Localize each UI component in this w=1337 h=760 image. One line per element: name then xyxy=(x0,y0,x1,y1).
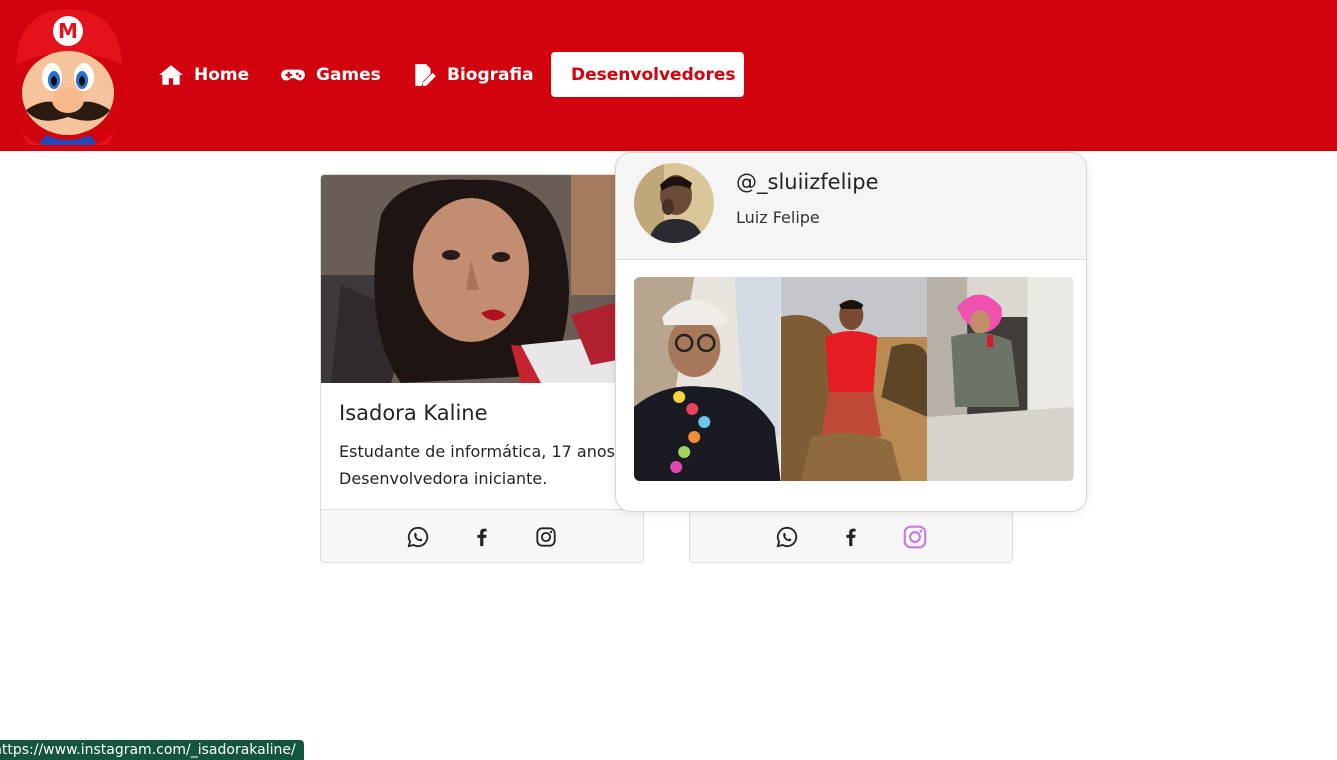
popover-header: @_sluiizfelipe Luiz Felipe xyxy=(616,153,1086,260)
instagram-icon xyxy=(536,526,556,547)
edit-document-icon xyxy=(415,63,436,86)
home-icon xyxy=(159,64,183,85)
whatsapp-link[interactable] xyxy=(405,524,431,550)
nav-biografia-label: Biografia xyxy=(447,64,534,85)
nav-desenvolvedores-label: Desenvolvedores xyxy=(571,64,736,85)
instagram-icon xyxy=(903,525,927,548)
facebook-link[interactable] xyxy=(469,524,495,550)
developer-photo xyxy=(321,175,643,383)
whatsapp-link[interactable] xyxy=(774,524,800,550)
mario-logo[interactable]: M xyxy=(8,5,128,145)
whatsapp-icon xyxy=(776,526,798,547)
profile-photo[interactable] xyxy=(634,277,781,481)
svg-text:M: M xyxy=(58,19,78,43)
nav-biografia[interactable]: Biografia xyxy=(401,52,544,97)
instagram-link[interactable] xyxy=(533,524,559,550)
nav-home[interactable]: Home xyxy=(148,52,259,97)
profile-photo[interactable] xyxy=(780,277,928,481)
card-social-bar xyxy=(321,509,643,562)
browser-status-url: https://www.instagram.com/_isadorakaline… xyxy=(0,740,304,760)
gamepad-icon xyxy=(281,69,305,80)
facebook-icon xyxy=(477,528,487,546)
profile-handle[interactable]: @_sluiizfelipe xyxy=(736,170,879,194)
nav-desenvolvedores[interactable]: Desenvolvedores xyxy=(551,52,744,97)
facebook-icon xyxy=(846,528,856,546)
developer-description: Estudante de informática, 17 anos. Desen… xyxy=(339,442,621,488)
developer-name: Isadora Kaline xyxy=(339,401,488,425)
profile-photo[interactable] xyxy=(927,277,1074,481)
nav-games[interactable]: Games xyxy=(270,52,391,97)
profile-name: Luiz Felipe xyxy=(736,208,820,227)
developer-card: Isadora Kaline Estudante de informática,… xyxy=(320,174,644,563)
whatsapp-icon xyxy=(407,526,429,547)
nav-games-label: Games xyxy=(316,64,381,85)
instagram-profile-popover: @_sluiizfelipe Luiz Felipe xyxy=(615,152,1087,512)
nav-home-label: Home xyxy=(194,64,250,85)
profile-avatar xyxy=(634,163,714,243)
instagram-link[interactable] xyxy=(902,524,928,550)
profile-photo-grid xyxy=(634,277,1074,481)
facebook-link[interactable] xyxy=(838,524,864,550)
card-social-bar xyxy=(690,509,1012,562)
top-navbar: M Home Games Biografia Desenvolvedores xyxy=(0,0,1337,151)
